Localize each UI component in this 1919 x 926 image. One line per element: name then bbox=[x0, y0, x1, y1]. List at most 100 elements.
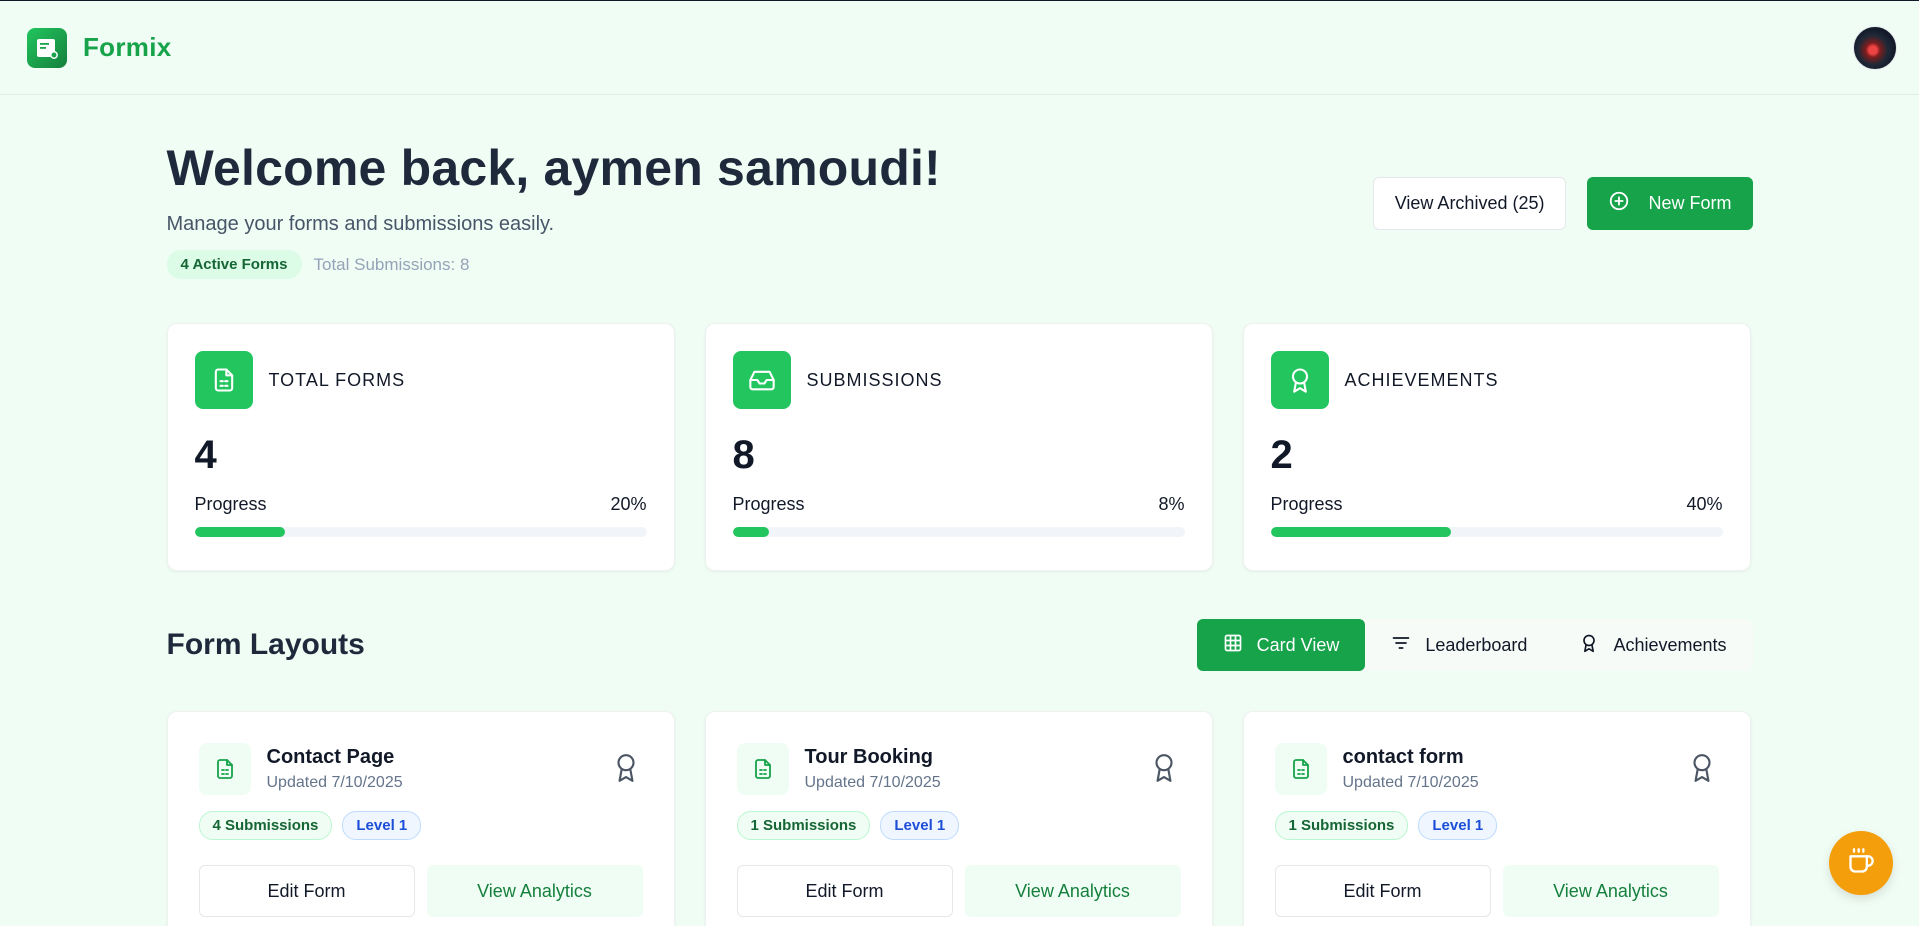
stat-card-total-forms: TOTAL FORMS 4 Progress 20% bbox=[166, 323, 675, 571]
top-bar: Formix bbox=[0, 1, 1919, 95]
progress-row: Progress 20% bbox=[195, 494, 647, 515]
stat-value: 4 bbox=[194, 433, 217, 477]
plus-circle-icon bbox=[1608, 190, 1630, 217]
file-text-icon bbox=[194, 351, 253, 409]
main-content: Welcome back, aymen samoudi! Manage your… bbox=[166, 95, 1753, 926]
level-badge: Level 1 bbox=[1418, 811, 1498, 840]
grid-icon bbox=[1223, 633, 1243, 658]
form-updated: Updated 7/10/2025 bbox=[804, 774, 941, 791]
filter-icon bbox=[1391, 633, 1411, 658]
progress-fill bbox=[194, 527, 285, 537]
progress-track bbox=[1270, 527, 1723, 537]
progress-fill bbox=[732, 527, 769, 537]
user-avatar[interactable] bbox=[1853, 25, 1897, 70]
progress-track bbox=[732, 527, 1185, 537]
coffee-fab-button[interactable] bbox=[1829, 831, 1893, 895]
stat-label: TOTAL FORMS bbox=[268, 369, 406, 390]
stats-row: TOTAL FORMS 4 Progress 20% SUBMISSIONS 8… bbox=[166, 323, 1753, 571]
form-actions: Edit Form View Analytics bbox=[736, 865, 1181, 917]
edit-form-button[interactable]: Edit Form bbox=[1274, 865, 1491, 917]
progress-label: Progress bbox=[732, 494, 805, 514]
submissions-badge: 4 Submissions bbox=[198, 811, 333, 840]
file-text-icon bbox=[198, 743, 251, 795]
edit-form-button[interactable]: Edit Form bbox=[736, 865, 953, 917]
form-card: Contact Page Updated 7/10/2025 4 Submiss… bbox=[166, 711, 675, 926]
welcome-actions: View Archived (25) New Form bbox=[1372, 177, 1753, 230]
stat-header: ACHIEVEMENTS bbox=[1270, 351, 1723, 409]
leaderboard-button[interactable]: Leaderboard bbox=[1365, 619, 1553, 671]
form-title: Contact Page bbox=[266, 746, 395, 768]
progress-percent: 20% bbox=[610, 494, 647, 514]
stat-header: SUBMISSIONS bbox=[732, 351, 1185, 409]
edit-form-button[interactable]: Edit Form bbox=[198, 865, 415, 917]
form-title: contact form bbox=[1342, 746, 1464, 768]
stat-value: 8 bbox=[732, 433, 755, 477]
brand-name: Formix bbox=[83, 32, 172, 62]
level-badge: Level 1 bbox=[880, 811, 960, 840]
form-card-titles: contact form Updated 7/10/2025 bbox=[1343, 743, 1673, 792]
progress-percent: 40% bbox=[1686, 494, 1723, 514]
form-badges: 1 Submissions Level 1 bbox=[1274, 811, 1719, 840]
stat-label: ACHIEVEMENTS bbox=[1344, 369, 1499, 390]
progress-label: Progress bbox=[194, 494, 267, 514]
award-icon bbox=[1689, 743, 1719, 788]
welcome-section: Welcome back, aymen samoudi! Manage your… bbox=[166, 95, 1753, 279]
form-card-header: Tour Booking Updated 7/10/2025 bbox=[736, 743, 1181, 795]
active-forms-badge: 4 Active Forms bbox=[166, 250, 302, 279]
new-form-button[interactable]: New Form bbox=[1587, 177, 1753, 230]
form-card-header: contact form Updated 7/10/2025 bbox=[1274, 743, 1719, 795]
form-title: Tour Booking bbox=[804, 746, 934, 768]
stat-label: SUBMISSIONS bbox=[806, 369, 943, 390]
brand[interactable]: Formix bbox=[27, 27, 172, 68]
progress-row: Progress 8% bbox=[733, 494, 1185, 515]
form-badges: 4 Submissions Level 1 bbox=[198, 811, 643, 840]
formix-logo-icon bbox=[27, 27, 67, 68]
form-layouts-header: Form Layouts Card View Leaderboard Achie… bbox=[167, 619, 1753, 671]
new-form-label: New Form bbox=[1648, 193, 1732, 213]
form-card: Tour Booking Updated 7/10/2025 1 Submiss… bbox=[704, 711, 1213, 926]
view-switcher: Card View Leaderboard Achievements bbox=[1196, 619, 1753, 671]
total-submissions-text: Total Submissions: 8 bbox=[313, 254, 470, 274]
page-title: Welcome back, aymen samoudi! bbox=[166, 140, 941, 196]
welcome-text: Welcome back, aymen samoudi! Manage your… bbox=[166, 140, 941, 279]
achievements-button[interactable]: Achievements bbox=[1553, 619, 1752, 671]
form-card: contact form Updated 7/10/2025 1 Submiss… bbox=[1242, 711, 1751, 926]
view-analytics-button[interactable]: View Analytics bbox=[1502, 865, 1719, 917]
form-actions: Edit Form View Analytics bbox=[1274, 865, 1719, 917]
progress-label: Progress bbox=[1270, 494, 1343, 514]
view-analytics-button[interactable]: View Analytics bbox=[964, 865, 1181, 917]
achievements-label: Achievements bbox=[1613, 634, 1727, 655]
award-icon bbox=[1270, 351, 1329, 409]
leaderboard-label: Leaderboard bbox=[1425, 634, 1528, 655]
progress-row: Progress 40% bbox=[1271, 494, 1723, 515]
award-icon bbox=[1579, 633, 1599, 658]
stat-header: TOTAL FORMS bbox=[194, 351, 647, 409]
progress-fill bbox=[1270, 527, 1452, 537]
card-view-label: Card View bbox=[1256, 634, 1340, 655]
view-analytics-button[interactable]: View Analytics bbox=[426, 865, 643, 917]
submissions-badge: 1 Submissions bbox=[736, 811, 871, 840]
stat-value: 2 bbox=[1270, 433, 1293, 477]
form-actions: Edit Form View Analytics bbox=[198, 865, 643, 917]
form-badges: 1 Submissions Level 1 bbox=[736, 811, 1181, 840]
award-icon bbox=[613, 743, 643, 788]
form-updated: Updated 7/10/2025 bbox=[266, 774, 403, 791]
meta-row: 4 Active Forms Total Submissions: 8 bbox=[166, 250, 941, 279]
card-view-button[interactable]: Card View bbox=[1196, 619, 1366, 671]
progress-track bbox=[194, 527, 647, 537]
section-title: Form Layouts bbox=[166, 628, 365, 661]
page-subtitle: Manage your forms and submissions easily… bbox=[166, 213, 555, 235]
level-badge: Level 1 bbox=[342, 811, 422, 840]
progress-percent: 8% bbox=[1158, 494, 1185, 514]
inbox-icon bbox=[732, 351, 791, 409]
form-card-titles: Tour Booking Updated 7/10/2025 bbox=[805, 743, 1135, 792]
form-card-header: Contact Page Updated 7/10/2025 bbox=[198, 743, 643, 795]
form-updated: Updated 7/10/2025 bbox=[1342, 774, 1479, 791]
stat-card-submissions: SUBMISSIONS 8 Progress 8% bbox=[704, 323, 1213, 571]
form-cards-grid: Contact Page Updated 7/10/2025 4 Submiss… bbox=[166, 711, 1753, 926]
file-text-icon bbox=[736, 743, 789, 795]
view-archived-button[interactable]: View Archived (25) bbox=[1372, 177, 1567, 230]
coffee-icon bbox=[1847, 847, 1875, 880]
stat-card-achievements: ACHIEVEMENTS 2 Progress 40% bbox=[1242, 323, 1751, 571]
file-text-icon bbox=[1274, 743, 1327, 795]
